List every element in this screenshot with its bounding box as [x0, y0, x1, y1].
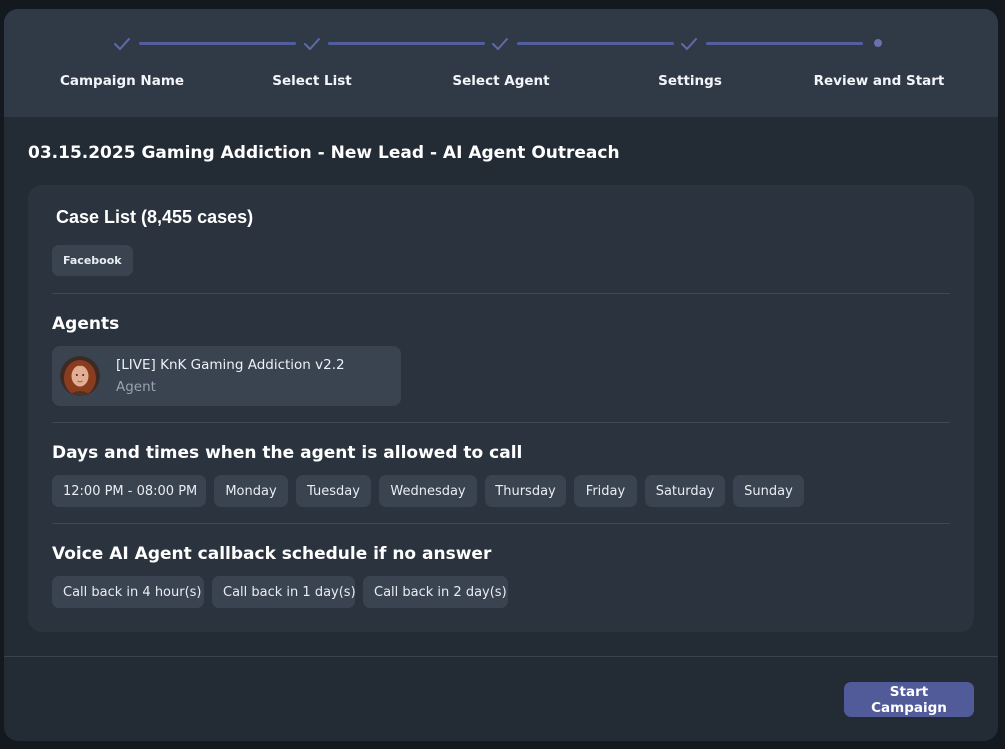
agent-avatar [60, 356, 100, 396]
section-divider [52, 422, 950, 423]
campaign-wizard-modal: Campaign Name Select List Select Agent S… [4, 9, 998, 741]
callback-heading: Voice AI Agent callback schedule if no a… [52, 544, 492, 564]
day-chip-wednesday: Wednesday [379, 475, 477, 507]
current-step-dot-icon [874, 39, 882, 47]
review-card: Case List (8,455 cases) Facebook Agents … [28, 185, 974, 632]
callback-chip-2-days: Call back in 2 day(s) [363, 576, 508, 608]
start-campaign-button[interactable]: Start Campaign [844, 682, 974, 717]
schedule-heading: Days and times when the agent is allowed… [52, 443, 523, 463]
step-label-select-agent[interactable]: Select Agent [411, 73, 591, 89]
step-label-settings[interactable]: Settings [600, 73, 780, 89]
day-chip-friday: Friday [574, 475, 637, 507]
step-label-review-and-start[interactable]: Review and Start [789, 73, 969, 89]
step-label-campaign-name[interactable]: Campaign Name [32, 73, 212, 89]
step-label-select-list[interactable]: Select List [222, 73, 402, 89]
check-icon [303, 36, 321, 52]
agent-name: [LIVE] KnK Gaming Addiction v2.2 [116, 357, 345, 373]
agent-card: [LIVE] KnK Gaming Addiction v2.2 Agent [52, 346, 401, 406]
agents-heading: Agents [52, 314, 120, 334]
section-divider [52, 293, 950, 294]
case-list-heading: Case List (8,455 cases) [56, 207, 254, 227]
check-icon [680, 36, 698, 52]
step-connector [328, 42, 485, 45]
stepper: Campaign Name Select List Select Agent S… [4, 9, 998, 117]
step-connector [706, 42, 863, 45]
footer-divider [4, 656, 998, 657]
section-divider [52, 523, 950, 524]
callback-chip-4-hours: Call back in 4 hour(s) [52, 576, 204, 608]
callback-chip-1-day: Call back in 1 day(s) [212, 576, 356, 608]
step-connector [139, 42, 296, 45]
day-chip-monday: Monday [214, 475, 288, 507]
day-chip-sunday: Sunday [733, 475, 804, 507]
day-chip-tuesday: Tuesday [296, 475, 371, 507]
check-icon [113, 36, 131, 52]
check-icon [491, 36, 509, 52]
agent-role: Agent [116, 379, 156, 395]
step-connector [517, 42, 674, 45]
time-range-chip: 12:00 PM - 08:00 PM [52, 475, 206, 507]
day-chip-thursday: Thursday [485, 475, 566, 507]
campaign-title: 03.15.2025 Gaming Addiction - New Lead -… [28, 143, 620, 163]
day-chip-saturday: Saturday [645, 475, 725, 507]
case-list-tag-facebook: Facebook [52, 245, 133, 276]
